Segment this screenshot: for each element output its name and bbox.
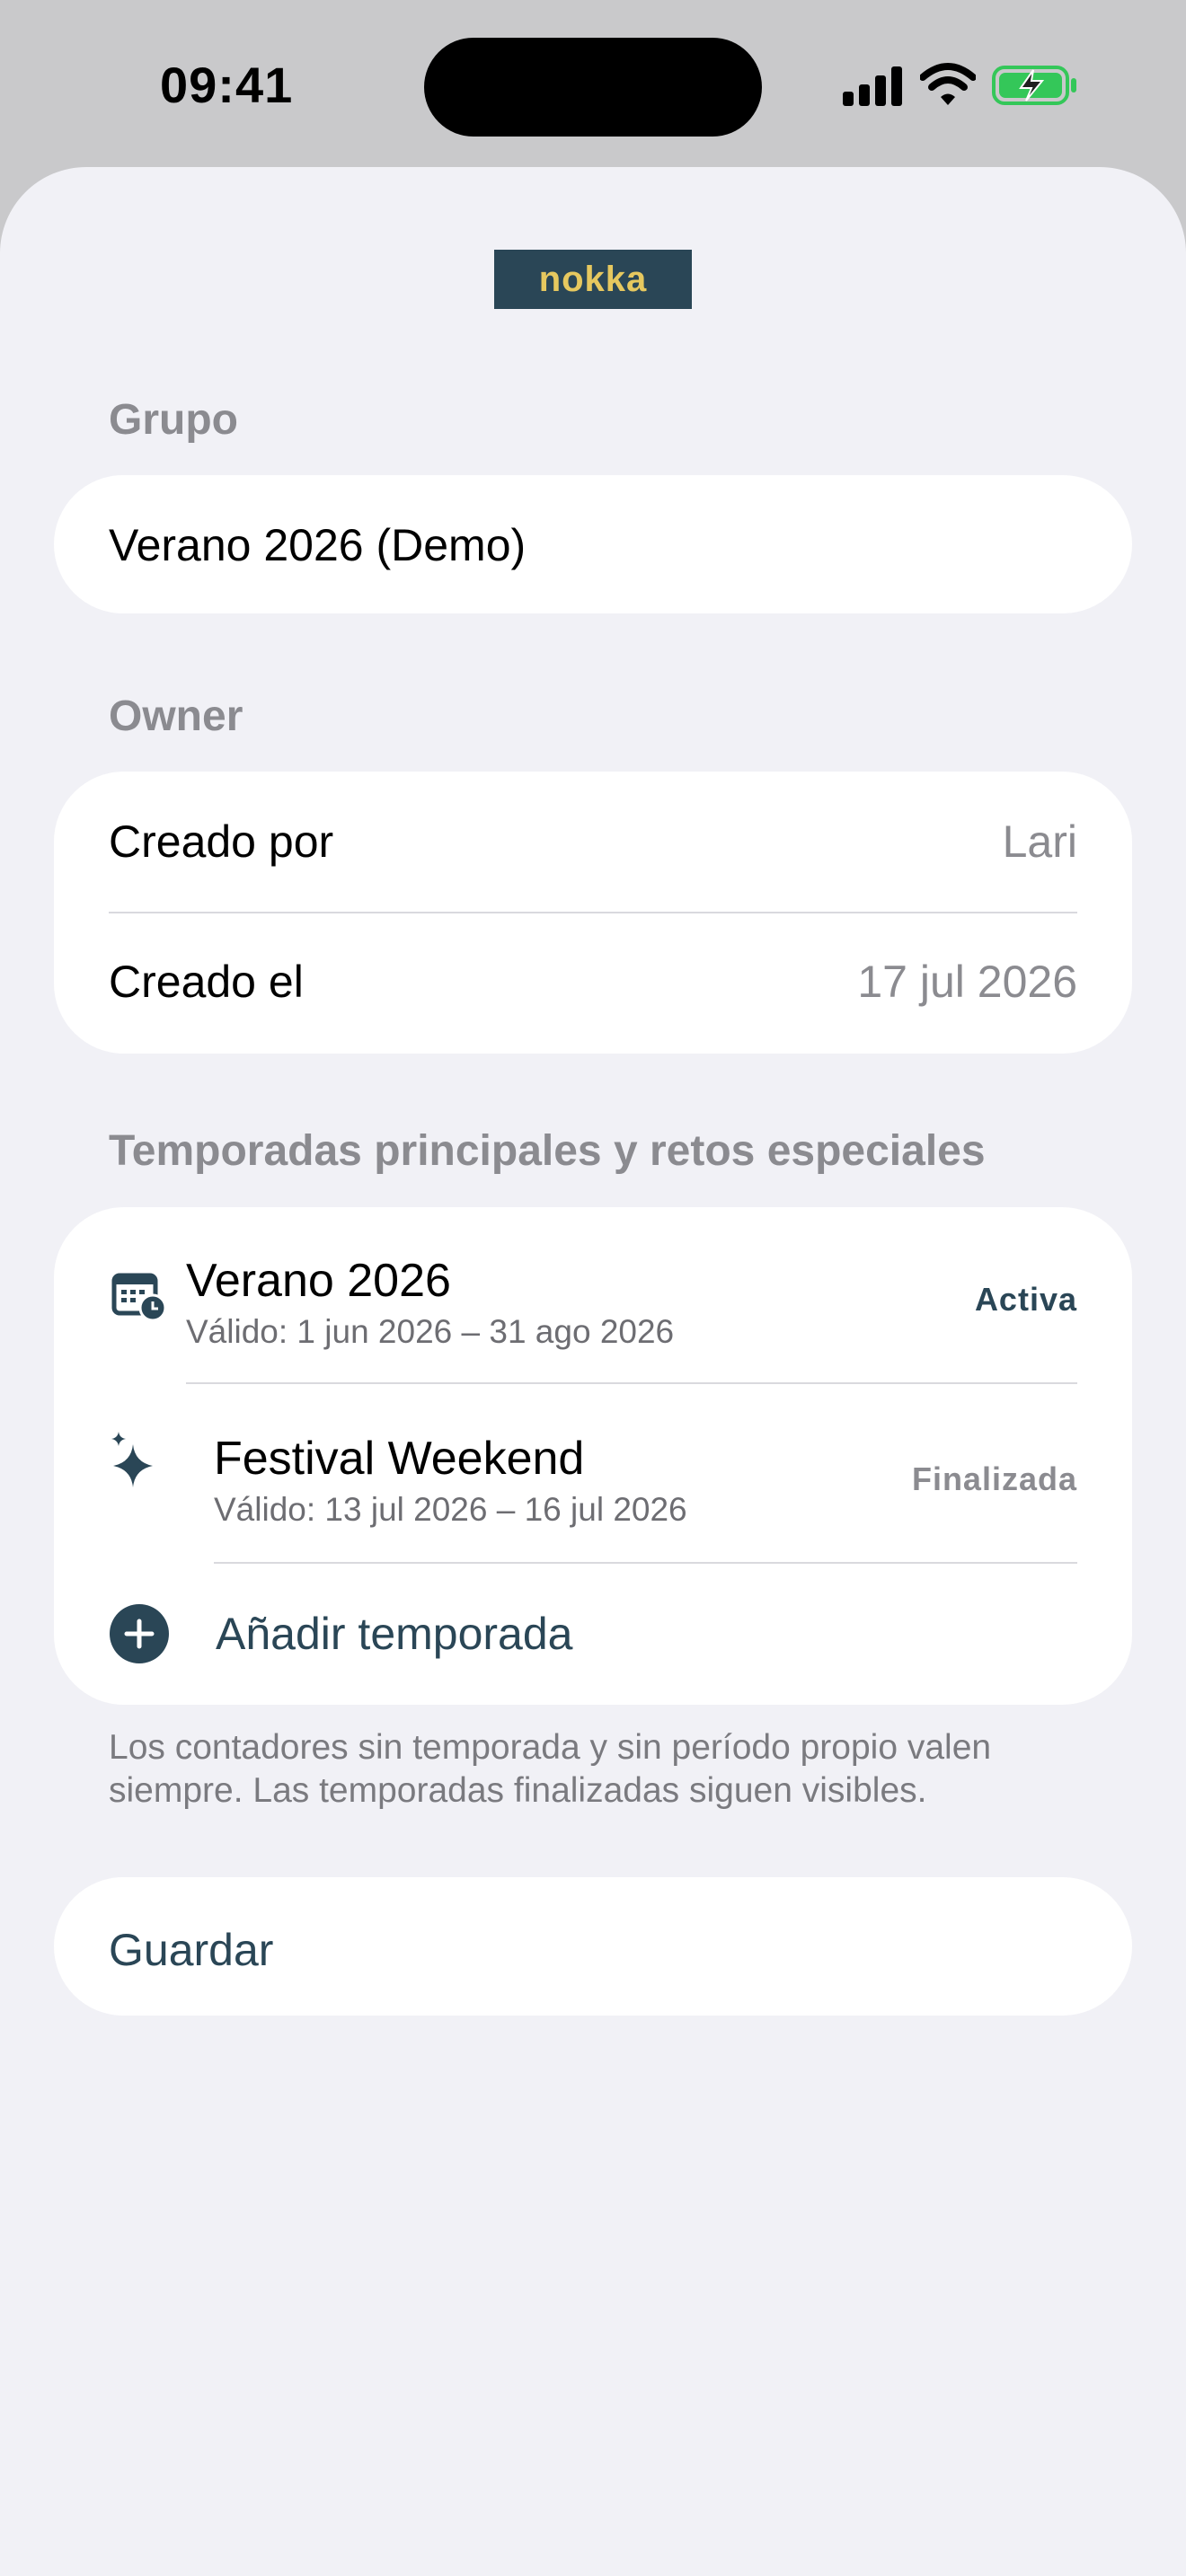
settings-sheet: nokka Grupo Verano 2026 (Demo) Owner Cre…	[0, 167, 1186, 2576]
created-by-value: Lari	[1002, 816, 1077, 867]
season-row[interactable]: Festival Weekend Válido: 13 jul 2026 – 1…	[54, 1383, 1132, 1563]
season-title: Festival Weekend	[214, 1433, 585, 1485]
group-name-field[interactable]: Verano 2026 (Demo)	[54, 475, 1132, 613]
group-name-value: Verano 2026 (Demo)	[109, 520, 527, 570]
plus-circle-icon	[110, 1604, 169, 1663]
group-section-label: Grupo	[109, 396, 238, 444]
season-validity: Válido: 13 jul 2026 – 16 jul 2026	[214, 1491, 687, 1528]
season-title: Verano 2026	[186, 1255, 451, 1307]
status-time: 09:41	[160, 57, 294, 113]
save-label: Guardar	[109, 1925, 274, 1975]
season-validity: Válido: 1 jun 2026 – 31 ago 2026	[186, 1313, 675, 1350]
battery-charging-icon	[992, 66, 1076, 105]
created-on-label: Creado el	[109, 957, 304, 1007]
seasons-footnote: Los contadores sin temporada y sin perío…	[109, 1728, 992, 1810]
season-row[interactable]: Verano 2026 Válido: 1 jun 2026 – 31 ago …	[54, 1207, 1132, 1383]
wifi-icon	[920, 63, 976, 105]
sparkles-icon	[111, 1432, 153, 1487]
owner-section-label: Owner	[109, 693, 243, 740]
season-status-badge: Activa	[974, 1281, 1077, 1318]
brand-logo: nokka	[494, 250, 692, 309]
add-season-button[interactable]: Añadir temporada	[54, 1563, 1132, 1705]
seasons-card: Verano 2026 Válido: 1 jun 2026 – 31 ago …	[54, 1207, 1132, 1705]
seasons-section-label: Temporadas principales y retos especiale…	[109, 1127, 986, 1175]
calendar-clock-icon	[111, 1273, 167, 1322]
dynamic-island	[424, 38, 762, 137]
season-status-badge: Finalizada	[911, 1460, 1077, 1497]
divider	[109, 912, 1077, 913]
status-bar: 09:41	[0, 0, 1186, 167]
add-season-label: Añadir temporada	[216, 1609, 573, 1659]
save-button[interactable]: Guardar	[54, 1877, 1132, 2016]
created-by-label: Creado por	[109, 816, 334, 867]
created-on-value: 17 jul 2026	[857, 957, 1077, 1007]
cellular-signal-icon	[843, 66, 902, 106]
owner-card: Creado por Lari Creado el 17 jul 2026	[54, 772, 1132, 1054]
